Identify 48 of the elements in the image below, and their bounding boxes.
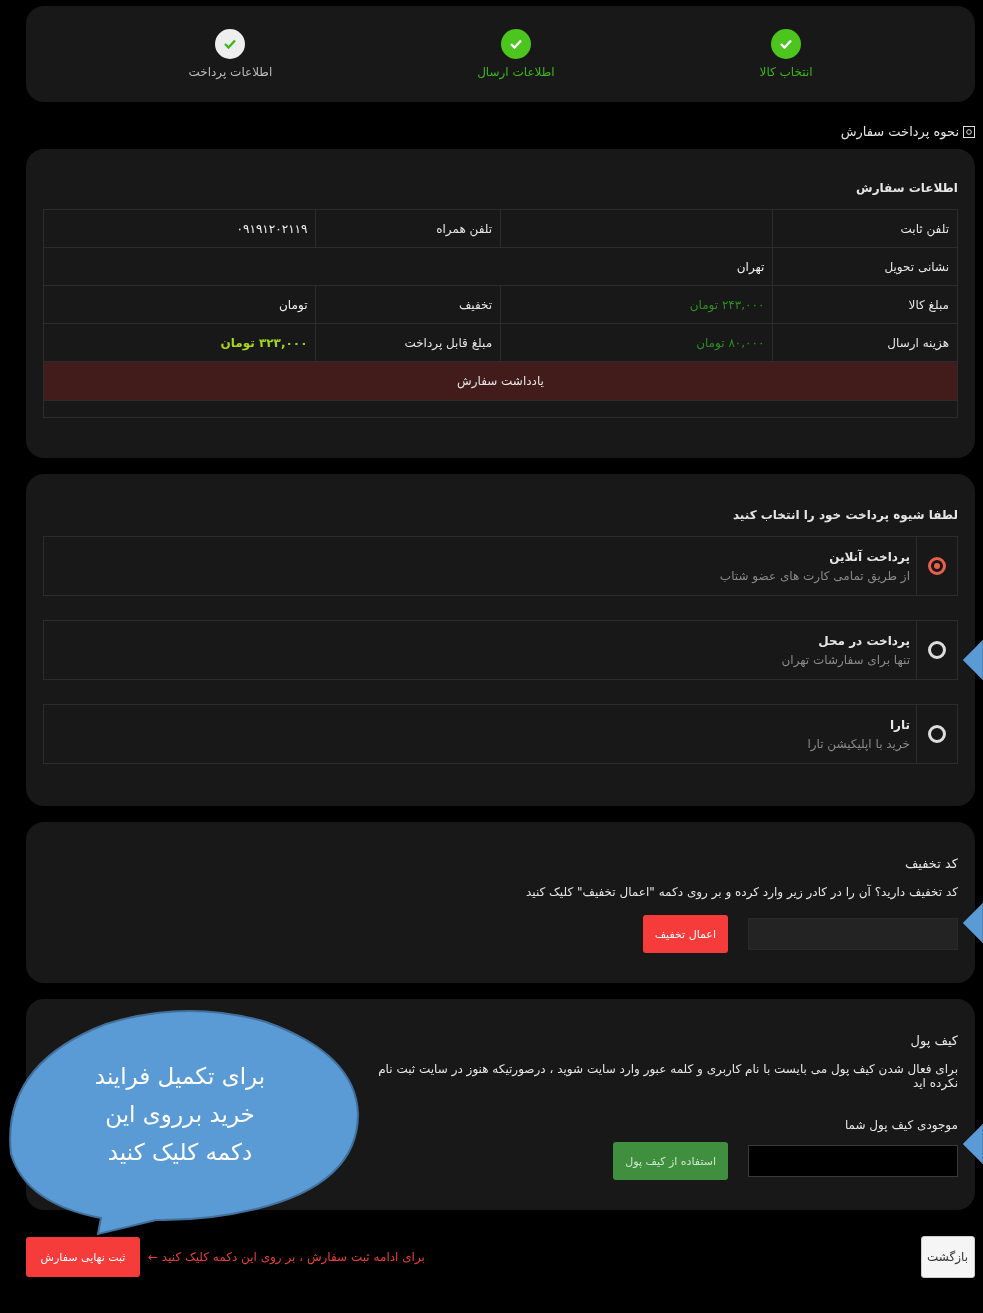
- option-title: پرداخت آنلاین: [828, 549, 910, 564]
- back-button[interactable]: بازگشت: [921, 1236, 975, 1278]
- payment-option[interactable]: پرداخت در محل تنها برای سفارشات تهران: [43, 620, 958, 680]
- table-cell: تخفیف: [316, 285, 501, 324]
- payment-prompt: لطفا شیوه پرداخت خود را انتخاب کنید: [731, 508, 958, 525]
- step-label: انتخاب کالا: [759, 65, 813, 79]
- table-cell: ۲۴۳,۰۰۰ تومان: [500, 285, 773, 324]
- option-subtitle: خرید با اپلیکیشن تارا: [807, 736, 910, 751]
- banknote-icon: [963, 125, 975, 138]
- table-cell: ۰۹۱۹۱۲۰۲۱۱۹: [43, 209, 316, 248]
- table-cell: تلفن ثابت: [772, 209, 958, 248]
- check-icon: [215, 29, 246, 59]
- step-label: اطلاعات پرداخت: [188, 65, 273, 79]
- apply-discount-button[interactable]: اعمال تخفیف: [642, 915, 728, 953]
- callout-text: برای تکمیل فرایند خرید برروی این دکمه کلیک کنید: [93, 1062, 267, 1167]
- balance-label: موجودی کیف پول شما: [844, 1118, 958, 1132]
- callout-pointer: [962, 640, 983, 680]
- section-title: نحوه پرداخت سفارش: [840, 124, 959, 139]
- card-title: کیف پول: [909, 1033, 958, 1051]
- callout-pointer: [962, 1124, 983, 1164]
- table-cell: تلفن همراه: [316, 209, 501, 248]
- table-cell: مبلغ کالا: [772, 285, 958, 324]
- table-cell: نشانی تحویل: [772, 247, 958, 286]
- option-subtitle: از طریق تمامی کارت های عضو شتاب: [719, 568, 910, 583]
- table-cell: تهران: [43, 247, 773, 286]
- payment-option[interactable]: تارا خرید با اپلیکیشن تارا: [43, 704, 958, 764]
- option-title: پرداخت در محل: [817, 633, 910, 648]
- table-cell: هزینه ارسال: [772, 323, 958, 362]
- wallet-description: برای فعال شدن کیف پول می بایست با نام کاربری و کلمه عبور وارد سایت شوید ، درصورتیکه هنوز در سایت ثبت نام نکرده اید: [377, 1062, 958, 1090]
- table-cell: ۸۰,۰۰۰ تومان: [500, 323, 773, 362]
- radio-button[interactable]: [928, 557, 946, 575]
- check-icon: [500, 29, 531, 59]
- table-cell: ۳۲۳,۰۰۰ تومان: [43, 323, 316, 362]
- check-icon: [771, 29, 802, 59]
- note-header: یادداشت سفارش: [43, 361, 958, 401]
- option-subtitle: تنها برای سفارشات تهران: [781, 652, 910, 667]
- callout-pointer: [962, 903, 983, 943]
- discount-description: کد تخفیف دارید؟ آن را در کادر زیر وارد کرده و بر روی دکمه "اعمال تخفیف" کلیک کنید: [525, 885, 958, 899]
- option-title: تارا: [888, 717, 910, 732]
- step-label: اطلاعات ارسال: [477, 65, 555, 79]
- hint-text: برای ادامه ثبت سفارش ، بر روی این دکمه کلیک کنید ←: [148, 1250, 425, 1264]
- payment-option[interactable]: پرداخت آنلاین از طریق تمامی کارت های عضو شتاب: [43, 536, 958, 596]
- table-cell: تومان: [43, 285, 316, 324]
- submit-order-button[interactable]: ثبت نهایی سفارش: [26, 1237, 140, 1277]
- wallet-balance-field[interactable]: [748, 1145, 958, 1177]
- card-title: کد تخفیف: [903, 856, 958, 873]
- table-cell: مبلغ قابل پرداخت: [316, 323, 501, 362]
- card-title: اطلاعات سفارش: [855, 181, 958, 197]
